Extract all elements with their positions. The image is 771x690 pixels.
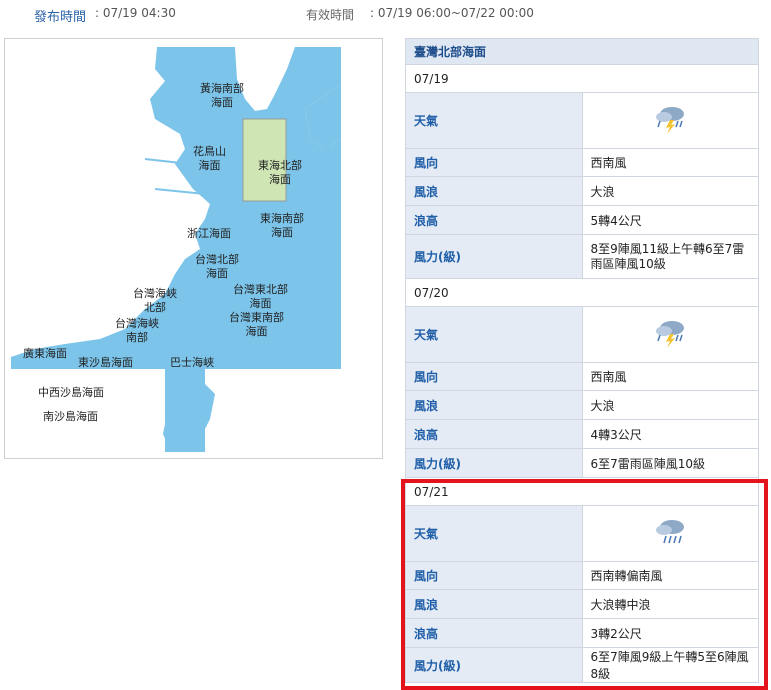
wind-dir-value: 西南風: [581, 148, 759, 177]
map-label-zhejiang[interactable]: 浙江海面: [187, 227, 231, 241]
map-label-taiwan-strait-north[interactable]: 台灣海峽 北部: [133, 287, 177, 315]
date-row: 07/20: [405, 278, 759, 307]
thunderstorm-icon: [656, 321, 685, 348]
map-label-dongsha[interactable]: 東沙島海面: [78, 356, 133, 370]
wave-row: 風浪 大浪: [405, 176, 759, 206]
map-label-east-china-sea-north[interactable]: 東海北部 海面: [258, 159, 302, 187]
map-label-central-west-sha[interactable]: 中西沙島海面: [38, 386, 104, 400]
wave-height-row: 浪高 5轉4公尺: [405, 205, 759, 235]
map-label-taiwan-northeast[interactable]: 台灣東北部 海面: [233, 283, 288, 311]
wind-force-label: 風力(級): [405, 448, 583, 478]
wind-force-value: 8至9陣風11級上午轉6至7雷雨區陣風10級: [581, 234, 759, 279]
issue-time-label: 發布時間: [34, 10, 87, 25]
map-label-huaniaoshan[interactable]: 花鳥山 海面: [193, 145, 226, 173]
weather-value: [581, 306, 759, 363]
wind-force-row: 風力(級) 8至9陣風11級上午轉6至7雷雨區陣風10級: [405, 234, 759, 279]
wave-label: 風浪: [405, 176, 583, 206]
map-label-guangdong[interactable]: 廣東海面: [23, 347, 67, 361]
map-label-nansha[interactable]: 南沙島海面: [43, 410, 98, 424]
map-label-east-china-sea-south[interactable]: 東海南部 海面: [260, 212, 304, 240]
wave-value: 大浪: [581, 390, 759, 420]
weather-row: 天氣: [405, 306, 759, 363]
issue-time-value: : 07/19 04:30: [95, 6, 176, 20]
wind-force-label: 風力(級): [405, 234, 583, 279]
sea-area-map[interactable]: 黃海南部 海面 花鳥山 海面 東海北部 海面 東海南部 海面 浙江海面 台灣北部…: [4, 38, 383, 459]
map-label-taiwan-north[interactable]: 台灣北部 海面: [195, 253, 239, 281]
wave-height-row: 浪高 4轉3公尺: [405, 419, 759, 449]
wind-dir-label: 風向: [405, 362, 583, 391]
wave-height-value: 5轉4公尺: [581, 205, 759, 235]
map-label-taiwan-strait-south[interactable]: 台灣海峽 南部: [115, 317, 159, 345]
wave-height-label: 浪高: [405, 205, 583, 235]
map-label-yellow-sea-south[interactable]: 黃海南部 海面: [200, 82, 244, 110]
map-label-bashi[interactable]: 巴士海峽: [170, 356, 214, 370]
thunderstorm-icon: [656, 107, 685, 134]
wave-height-value: 4轉3公尺: [581, 419, 759, 449]
weather-label: 天氣: [405, 306, 583, 363]
valid-time-value: : 07/19 06:00~07/22 00:00: [370, 6, 534, 20]
wave-value: 大浪: [581, 176, 759, 206]
wind-dir-row: 風向 西南風: [405, 362, 759, 391]
map-label-taiwan-southeast[interactable]: 台灣東南部 海面: [229, 311, 284, 339]
region-header-row: 臺灣北部海面: [405, 38, 759, 65]
weather-row: 天氣: [405, 92, 759, 149]
wind-dir-row: 風向 西南風: [405, 148, 759, 177]
wave-height-label: 浪高: [405, 419, 583, 449]
wind-dir-label: 風向: [405, 148, 583, 177]
wind-dir-value: 西南風: [581, 362, 759, 391]
wave-row: 風浪 大浪: [405, 390, 759, 420]
date-row: 07/19: [405, 64, 759, 93]
wave-label: 風浪: [405, 390, 583, 420]
region-title: 臺灣北部海面: [405, 38, 759, 65]
date-label: 07/20: [405, 278, 759, 307]
wind-force-row: 風力(級) 6至7雷雨區陣風10級: [405, 448, 759, 478]
highlight-box: [401, 479, 768, 690]
valid-time-label: 有效時間: [306, 8, 355, 22]
date-label: 07/19: [405, 64, 759, 93]
weather-value: [581, 92, 759, 149]
weather-label: 天氣: [405, 92, 583, 149]
header-bar: 發布時間 : 07/19 04:30 有效時間 : 07/19 06:00~07…: [0, 0, 771, 30]
wind-force-value: 6至7雷雨區陣風10級: [581, 448, 759, 478]
